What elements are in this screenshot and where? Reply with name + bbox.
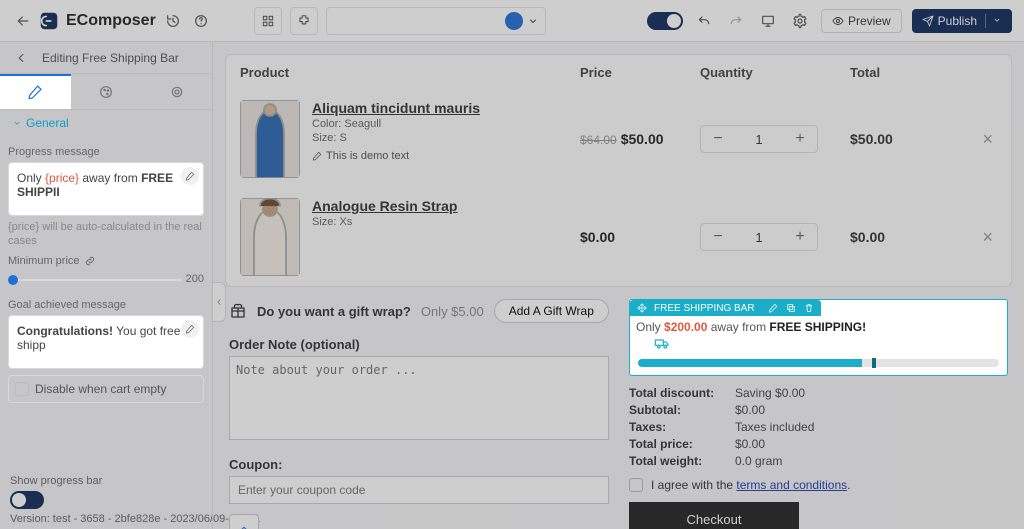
th-total: Total [850, 65, 997, 80]
label-coupon: Coupon: [229, 457, 609, 472]
label-progress-message: Progress message [8, 146, 204, 158]
product-title[interactable]: Aliquam tincidunt mauris [312, 100, 480, 116]
pencil-icon[interactable] [767, 302, 779, 314]
remove-icon[interactable]: × [982, 227, 993, 248]
help-icon[interactable] [190, 10, 212, 32]
checkbox-icon [629, 478, 643, 492]
edit-icon[interactable] [181, 167, 199, 185]
product-title[interactable]: Analogue Resin Strap [312, 198, 457, 214]
extension-icon[interactable] [290, 7, 318, 35]
product-image [240, 198, 300, 276]
truck-icon [652, 336, 1007, 357]
move-icon[interactable] [636, 302, 648, 314]
order-note-input[interactable] [229, 356, 609, 440]
remove-icon[interactable]: × [982, 129, 993, 150]
label-min-price: Minimum price [8, 255, 204, 267]
quantity-stepper[interactable]: −1+ [700, 125, 818, 153]
edit-icon[interactable] [181, 320, 199, 338]
product-image [240, 100, 300, 178]
min-price-slider[interactable]: 200 [8, 271, 204, 289]
free-shipping-bar-block[interactable]: FREE SHIPPING BAR Only $200.00 away from… [629, 299, 1008, 376]
chevron-down-icon[interactable] [985, 14, 1002, 28]
add-gift-wrap-button[interactable]: Add A Gift Wrap [494, 299, 609, 323]
undo-icon[interactable] [693, 10, 715, 32]
app-name: EComposer [66, 12, 156, 30]
table-row: Aliquam tincidunt mauris Color: Seagull … [226, 90, 1011, 188]
label-order-note: Order Note (optional) [229, 337, 609, 352]
page-title: Editing Free Shipping Bar [42, 51, 179, 65]
progress-bar [638, 359, 999, 367]
pencil-icon [312, 151, 322, 161]
link-icon [84, 255, 96, 267]
checkout-button[interactable]: Checkout [629, 502, 799, 529]
label-show-progress: Show progress bar [10, 475, 206, 487]
desktop-icon[interactable] [757, 10, 779, 32]
publish-button[interactable]: Publish [912, 9, 1012, 33]
coupon-input[interactable] [229, 476, 609, 504]
table-row: Analogue Resin Strap Size: Xs $0.00 −1+ … [226, 188, 1011, 286]
checkbox-icon [15, 382, 29, 396]
plus-icon: + [791, 130, 809, 148]
back-arrow-icon[interactable] [10, 47, 32, 69]
preview-button[interactable]: Preview [821, 9, 902, 33]
device-toggle[interactable] [647, 12, 683, 30]
status-chip [505, 12, 523, 30]
back-icon[interactable] [10, 10, 32, 32]
disable-when-empty-checkbox[interactable]: Disable when cart empty [8, 375, 204, 403]
terms-checkbox[interactable]: I agree with the terms and conditions. [629, 478, 1008, 492]
quantity-stepper[interactable]: −1+ [700, 223, 818, 251]
goal-message-input[interactable]: Congratulations! You got free shipp [8, 315, 204, 369]
th-qty: Quantity [700, 65, 850, 80]
label-goal-message: Goal achieved message [8, 299, 204, 311]
show-progress-toggle[interactable] [10, 491, 44, 509]
plus-icon: + [791, 228, 809, 246]
tab-advanced[interactable] [141, 74, 212, 109]
progress-note: {price} will be auto-calculated in the r… [8, 220, 204, 249]
grid-icon[interactable] [254, 7, 282, 35]
app-logo: EComposer [38, 10, 156, 32]
minus-icon: − [709, 228, 727, 246]
redo-icon[interactable] [725, 10, 747, 32]
scroll-top-icon[interactable] [229, 514, 259, 529]
gift-icon [229, 302, 247, 320]
th-price: Price [580, 65, 700, 80]
settings-icon[interactable] [789, 10, 811, 32]
trash-icon[interactable] [803, 302, 815, 314]
tab-content[interactable] [0, 74, 71, 109]
copy-icon[interactable] [785, 302, 797, 314]
minus-icon: − [709, 130, 727, 148]
collapse-panel-icon[interactable] [212, 282, 226, 322]
tab-design[interactable] [71, 74, 142, 109]
terms-link[interactable]: terms and conditions [736, 478, 847, 492]
th-product: Product [240, 65, 580, 80]
section-general[interactable]: General [8, 110, 204, 140]
progress-message-input[interactable]: Only {price} away from FREE SHIPPII [8, 162, 204, 216]
search-select[interactable] [326, 7, 546, 35]
history-icon[interactable] [162, 10, 184, 32]
